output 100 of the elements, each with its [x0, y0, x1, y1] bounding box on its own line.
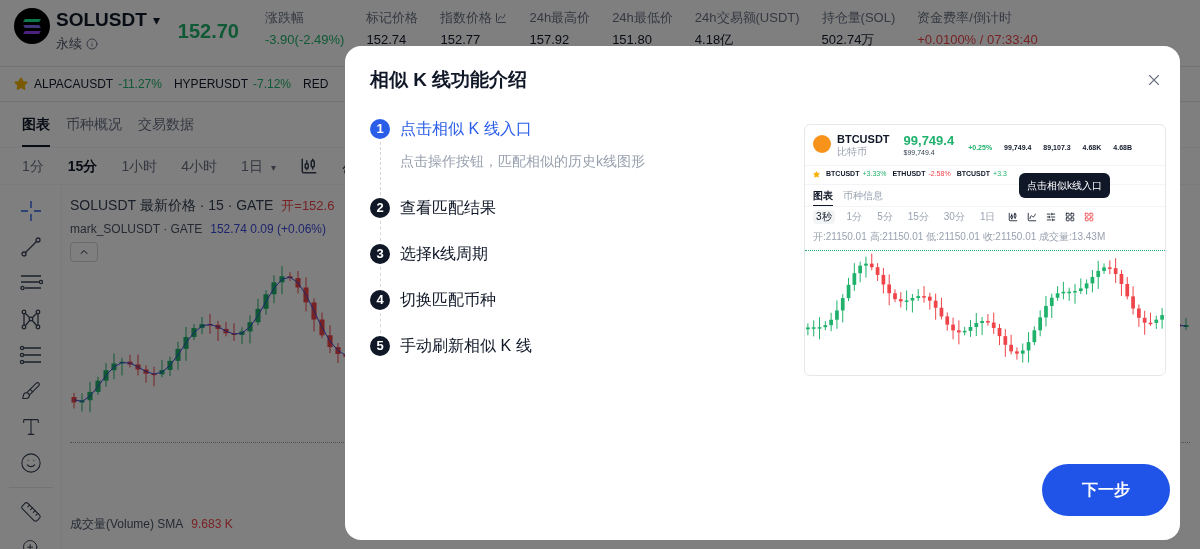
ticker-change: -7.12% — [252, 76, 291, 93]
stat-value: 4.18亿 — [694, 31, 735, 47]
stat-label: 24h最高价 — [529, 9, 591, 27]
preview-interval: 1日 — [978, 209, 997, 224]
candle — [1183, 317, 1189, 331]
grid-icon — [1064, 211, 1075, 222]
candle — [239, 326, 245, 345]
crosshair-icon[interactable] — [18, 199, 43, 223]
chart-icon[interactable] — [495, 11, 508, 24]
step-number: 5 — [370, 335, 390, 356]
smiley-icon[interactable] — [18, 451, 43, 475]
candle — [335, 342, 341, 364]
candlestick-icon[interactable] — [299, 157, 318, 175]
next-button[interactable]: 下一步 — [1042, 464, 1170, 516]
star-icon[interactable] — [14, 77, 28, 91]
step-title[interactable]: 查看匹配结果 — [400, 197, 496, 218]
candle — [199, 316, 205, 335]
candle — [175, 341, 181, 371]
preview-coin-name: 比特币 — [837, 145, 868, 158]
candle — [111, 352, 117, 380]
preview-price: 99,749.4 — [903, 132, 955, 148]
candle — [279, 265, 285, 295]
symbol-caret[interactable]: ▾ — [152, 9, 160, 31]
stat-value: +0.0100% / 07:33:40 — [917, 31, 1038, 47]
volume-value: 9.683 K — [191, 516, 233, 533]
info-icon[interactable] — [86, 37, 98, 50]
tab[interactable]: 币种概况 — [66, 114, 122, 147]
ticker-symbol[interactable]: HYPERUSDT — [173, 75, 248, 93]
stat-value: 151.80 — [612, 31, 653, 47]
step-title[interactable]: 切换匹配币种 — [400, 289, 496, 310]
step-number: 4 — [370, 289, 390, 310]
preview-interval: 5分 — [876, 209, 894, 224]
candle — [295, 270, 301, 294]
candle — [71, 392, 77, 409]
stat-label: 标记价格 — [366, 9, 419, 27]
candle — [215, 320, 221, 342]
interval-option[interactable]: 1分 — [22, 155, 44, 177]
candle — [303, 276, 309, 312]
stat-value: 502.74万 — [821, 31, 876, 47]
interval-option[interactable]: 4小时 — [181, 155, 217, 177]
tab[interactable]: 交易数据 — [138, 114, 194, 147]
symbol-name[interactable]: SOLUSDT — [56, 8, 147, 32]
last-price: 152.70 — [177, 19, 239, 44]
stat-label: 资金费率/倒计时 — [917, 9, 1012, 27]
stat-label: 24h交易额(USDT) — [694, 9, 800, 27]
step-title[interactable]: 选择k线周期 — [400, 243, 488, 264]
candle — [327, 324, 333, 354]
candle — [79, 392, 85, 412]
ticker-symbol[interactable]: ALPACAUSDT — [34, 75, 114, 93]
fib-lines-icon[interactable] — [18, 343, 43, 367]
trend-line-icon[interactable] — [18, 235, 43, 259]
tab[interactable]: 图表 — [22, 114, 50, 147]
step-number: 2 — [370, 197, 390, 218]
candle — [263, 289, 269, 316]
candle — [287, 271, 293, 282]
candle — [119, 357, 125, 376]
preview-interval: 1分 — [845, 209, 864, 224]
preview-tooltip: 点击相似k线入口 — [1019, 172, 1110, 198]
candle — [151, 366, 157, 387]
candle — [255, 298, 261, 326]
mark-label: mark_SOLUSDT · GATE — [70, 221, 203, 238]
open-price: 开=152.6 — [281, 196, 335, 215]
stat-value: 157.92 — [529, 31, 571, 47]
ruler-icon[interactable] — [18, 500, 43, 524]
candle — [143, 365, 149, 384]
mark-value: 152.74 0.09 (+0.06%) — [210, 221, 326, 238]
interval-option[interactable]: 15分 — [67, 155, 98, 177]
candle — [183, 326, 189, 362]
stat-label: 涨跌幅 — [264, 9, 304, 27]
step-number: 1 — [370, 118, 390, 139]
preview-ohlc: 开:21150.01 高:21150.01 低:21150.01 收:21150.01 成交量:13.43M — [812, 229, 1107, 244]
step-title[interactable]: 手动刷新相似 K 线 — [400, 335, 532, 356]
bitcoin-logo — [813, 134, 831, 153]
ticker-symbol[interactable]: RED — [303, 75, 329, 93]
candle — [167, 356, 173, 377]
candle — [95, 376, 101, 396]
interval-option[interactable]: 1日 ▾ — [240, 155, 276, 177]
candlestick-icon — [1007, 211, 1018, 222]
candle — [231, 322, 237, 342]
candle — [135, 354, 141, 376]
preview-interval: 15分 — [906, 209, 930, 224]
candle — [191, 323, 197, 341]
ticker-change: -11.27% — [118, 76, 162, 93]
candle — [127, 354, 133, 368]
interval-option[interactable]: 1小时 — [121, 155, 158, 177]
candle — [247, 314, 253, 344]
preview-symbol: BTCUSDT — [837, 132, 890, 146]
candle — [223, 321, 229, 337]
solana-logo — [14, 8, 50, 44]
stat-label: 24h最低价 — [612, 9, 673, 27]
preview-tab-label: 图表 — [813, 187, 833, 206]
step-title[interactable]: 点击相似 K 线入口 — [400, 118, 645, 139]
candle — [103, 362, 109, 388]
candle — [319, 312, 325, 339]
stat-value: 152.77 — [440, 31, 482, 47]
chart-title: SOLUSDT 最新价格 · 15 · GATE — [70, 196, 274, 215]
candle — [311, 297, 317, 332]
stat-label: 持仓量(SOL) — [821, 9, 896, 27]
candle — [207, 313, 213, 335]
step-description: 点击操作按钮，匹配相似的历史k线图形 — [400, 151, 645, 171]
